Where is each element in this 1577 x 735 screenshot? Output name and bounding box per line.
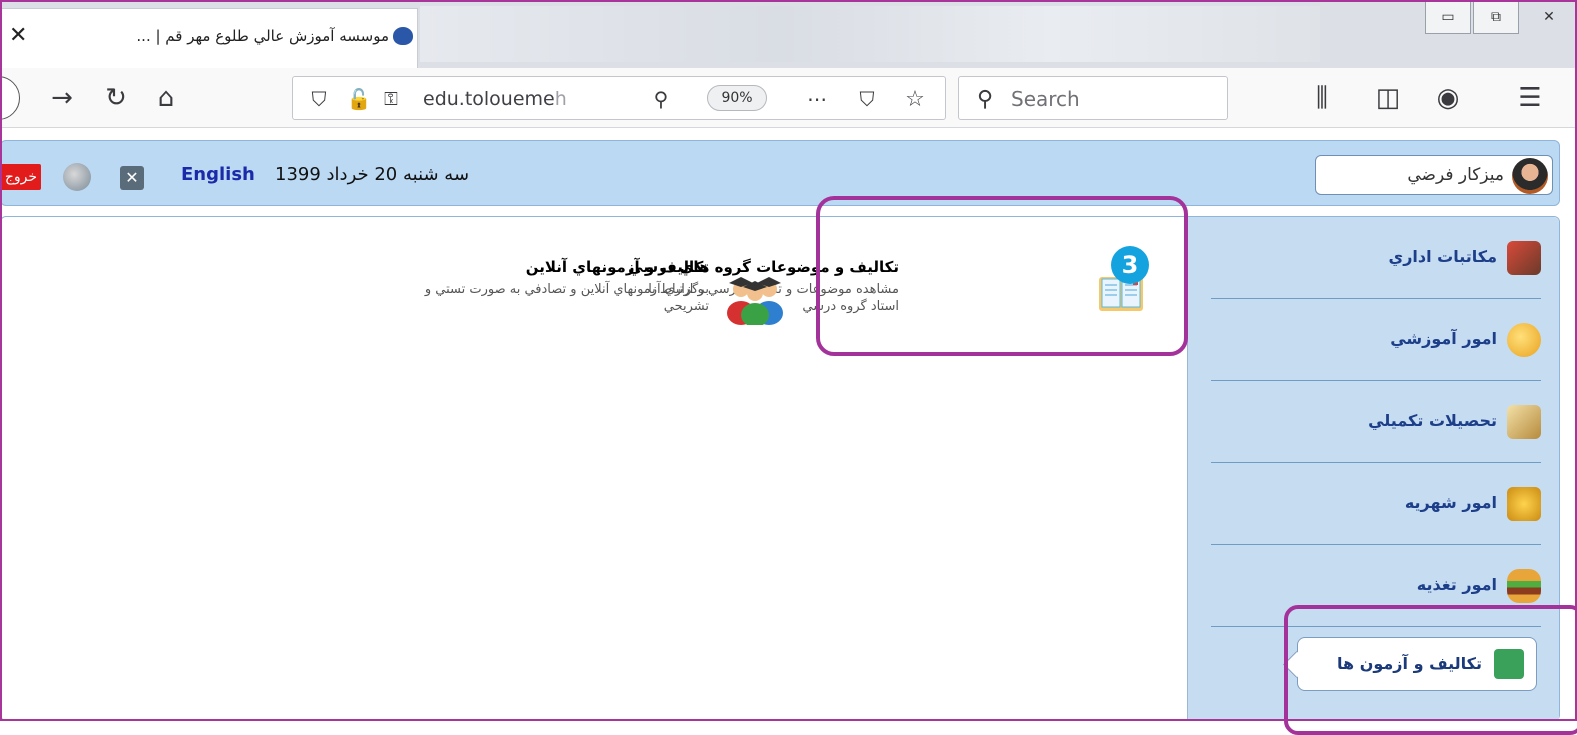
screenshot-frame — [0, 0, 1577, 721]
